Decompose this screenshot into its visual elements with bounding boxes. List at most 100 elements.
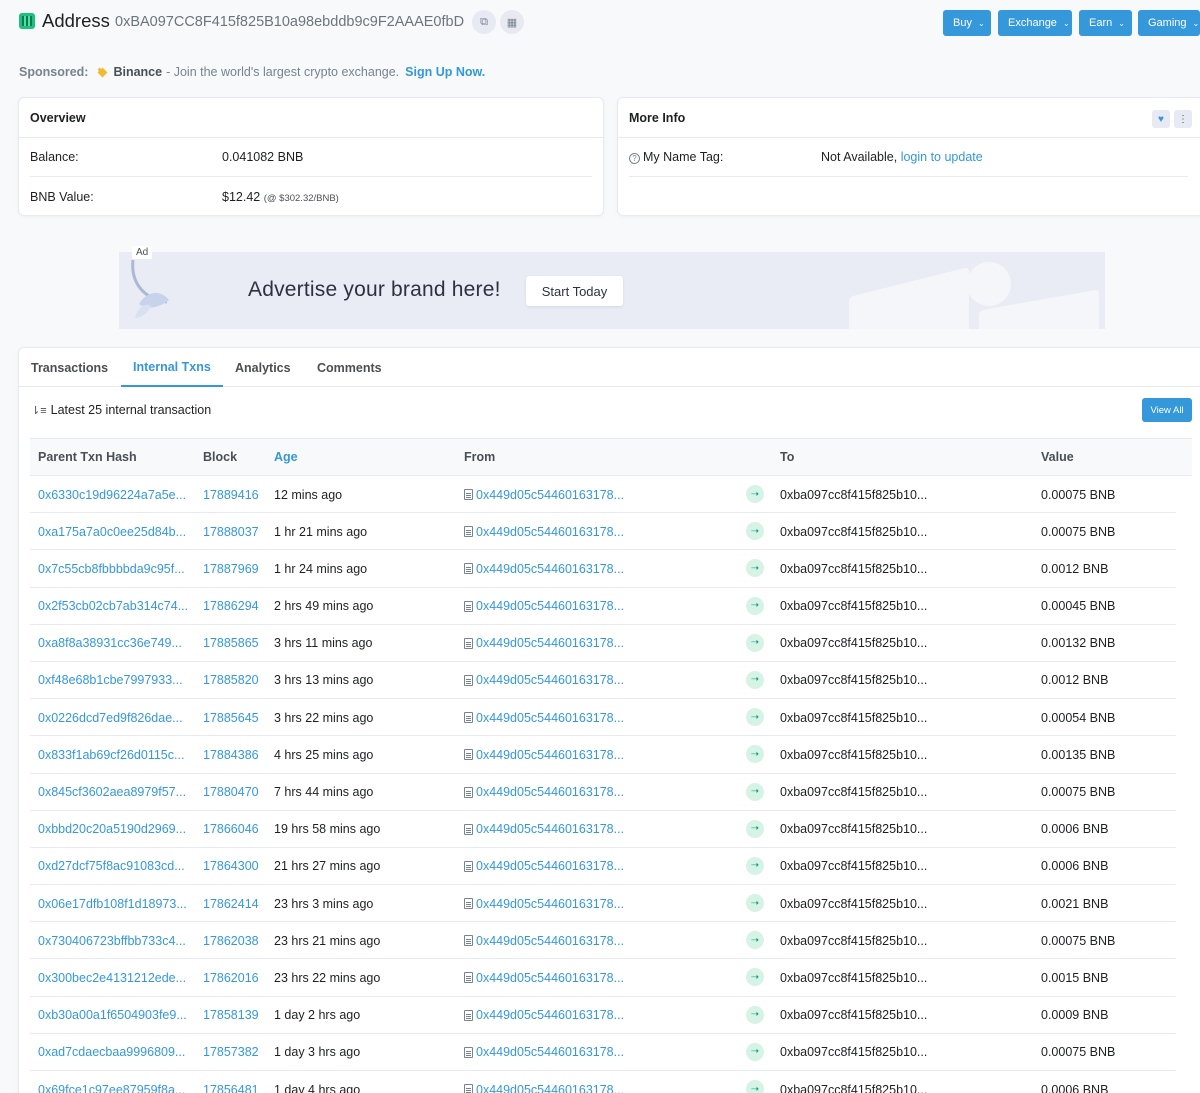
- arrow-right-icon: ➝: [746, 559, 764, 578]
- from-address-link[interactable]: 0x449d05c54460163178...: [464, 922, 629, 959]
- table-row: 0x833f1ab69cf26d0115c... 17884386 4 hrs 25…: [30, 736, 1176, 774]
- qr-code-icon[interactable]: ▦: [500, 10, 524, 34]
- more-options-icon[interactable]: ⋮: [1174, 110, 1192, 128]
- parent-txn-hash-link[interactable]: 0xa8f8a38931cc36e749...: [38, 625, 188, 662]
- from-address-link[interactable]: 0x449d05c54460163178...: [464, 1034, 629, 1071]
- block-link[interactable]: 17885820: [203, 662, 259, 699]
- block-link[interactable]: 17862414: [203, 885, 259, 922]
- name-tag-row: ? My Name Tag: Not Available, login to up…: [629, 138, 1188, 177]
- from-address-link[interactable]: 0x449d05c54460163178...: [464, 736, 629, 773]
- block-link[interactable]: 17862038: [203, 922, 259, 959]
- parent-txn-hash-link[interactable]: 0xf48e68b1cbe7997933...: [38, 662, 188, 699]
- parent-txn-hash-link[interactable]: 0x833f1ab69cf26d0115c...: [38, 736, 188, 773]
- tab-analytics[interactable]: Analytics: [235, 348, 291, 387]
- table-row: 0x7c55cb8fbbbbda9c95f... 17887969 1 hr 24 …: [30, 550, 1176, 588]
- heart-icon[interactable]: ♥: [1152, 110, 1170, 128]
- from-address-link[interactable]: 0x449d05c54460163178...: [464, 1071, 629, 1093]
- to-address-cell: 0xba097cc8f415f825b10...: [780, 636, 928, 651]
- value-cell: 0.00075 BNB: [1041, 933, 1116, 948]
- to-address-cell: 0xba097cc8f415f825b10...: [780, 561, 928, 576]
- block-link[interactable]: 17885645: [203, 699, 259, 736]
- gaming-button[interactable]: Gaming ⌄: [1138, 10, 1200, 36]
- parent-txn-hash-link[interactable]: 0x06e17dfb108f1d18973...: [38, 885, 188, 922]
- exchange-button[interactable]: Exchange ⌄: [998, 10, 1072, 36]
- block-link[interactable]: 17885865: [203, 625, 259, 662]
- from-address-link[interactable]: 0x449d05c54460163178...: [464, 997, 629, 1034]
- block-link[interactable]: 17862016: [203, 959, 259, 996]
- from-address-link[interactable]: 0x449d05c54460163178...: [464, 774, 629, 811]
- block-link[interactable]: 17866046: [203, 811, 259, 848]
- ad-banner[interactable]: Advertise your brand here! Start Today: [119, 252, 1105, 329]
- from-address-link[interactable]: 0x449d05c54460163178...: [464, 662, 629, 699]
- sponsored-bar: Sponsored: Binance - Join the world's la…: [19, 65, 485, 79]
- start-today-button[interactable]: Start Today: [526, 276, 623, 306]
- page-title: Address: [42, 10, 110, 31]
- parent-txn-hash-link[interactable]: 0xad7cdaecbaa9996809...: [38, 1034, 188, 1071]
- parent-txn-hash-link[interactable]: 0xd27dcf75f8ac91083cd...: [38, 848, 188, 885]
- earn-button[interactable]: Earn ⌄: [1079, 10, 1132, 36]
- from-address-link[interactable]: 0x449d05c54460163178...: [464, 625, 629, 662]
- block-link[interactable]: 17857382: [203, 1034, 259, 1071]
- parent-txn-hash-link[interactable]: 0x730406723bffbb733c4...: [38, 922, 188, 959]
- from-address-link[interactable]: 0x449d05c54460163178...: [464, 513, 629, 550]
- block-link[interactable]: 17889416: [203, 476, 259, 513]
- bnb-rate: (@ $302.32/BNB): [263, 192, 339, 204]
- name-tag-label: My Name Tag:: [643, 150, 724, 164]
- binance-logo-icon: [96, 66, 109, 79]
- from-address-link[interactable]: 0x449d05c54460163178...: [464, 588, 629, 625]
- bnb-value-label: BNB Value:: [30, 189, 94, 204]
- block-link[interactable]: 17887969: [203, 550, 259, 587]
- table-row: 0xa175a7a0c0ee25d84b... 17888037 1 hr 21 m…: [30, 513, 1176, 551]
- parent-txn-hash-link[interactable]: 0xb30a00a1f6504903fe9...: [38, 997, 188, 1034]
- from-address-link[interactable]: 0x449d05c54460163178...: [464, 811, 629, 848]
- buy-button[interactable]: Buy ⌄: [943, 10, 991, 36]
- sign-up-link[interactable]: Sign Up Now.: [405, 65, 485, 79]
- leaf-decoration-icon: [131, 259, 169, 318]
- address-qr-logo-icon: [19, 13, 35, 29]
- block-link[interactable]: 17880470: [203, 774, 259, 811]
- block-link[interactable]: 17886294: [203, 588, 259, 625]
- from-address-link[interactable]: 0x449d05c54460163178...: [464, 959, 629, 996]
- from-address-link[interactable]: 0x449d05c54460163178...: [464, 550, 629, 587]
- to-address-cell: 0xba097cc8f415f825b10...: [780, 1045, 928, 1060]
- block-link[interactable]: 17884386: [203, 736, 259, 773]
- chevron-down-icon: ⌄: [1062, 18, 1070, 28]
- parent-txn-hash-link[interactable]: 0x7c55cb8fbbbbda9c95f...: [38, 550, 188, 587]
- view-all-button[interactable]: View All: [1142, 398, 1192, 422]
- block-link[interactable]: 17888037: [203, 513, 259, 550]
- block-link[interactable]: 17858139: [203, 997, 259, 1034]
- contract-file-icon: [464, 1009, 473, 1021]
- parent-txn-hash-link[interactable]: 0x2f53cb02cb7ab314c74...: [38, 588, 188, 625]
- table-caption: ⇂≡ Latest 25 internal transaction: [31, 403, 212, 417]
- to-address-cell: 0xba097cc8f415f825b10...: [780, 970, 928, 985]
- to-address-cell: 0xba097cc8f415f825b10...: [780, 822, 928, 837]
- tab-internal-txns[interactable]: Internal Txns: [121, 348, 223, 387]
- parent-txn-hash-link[interactable]: 0xbbd20c20a5190d2969...: [38, 811, 188, 848]
- parent-txn-hash-link[interactable]: 0xa175a7a0c0ee25d84b...: [38, 513, 188, 550]
- balance-value: 0.041082 BNB: [222, 150, 304, 164]
- from-address-link[interactable]: 0x449d05c54460163178...: [464, 476, 629, 513]
- from-address-link[interactable]: 0x449d05c54460163178...: [464, 699, 629, 736]
- table-row: 0x0226dcd7ed9f826dae... 17885645 3 hrs 22 …: [30, 699, 1176, 737]
- block-link[interactable]: 17856481: [203, 1071, 259, 1093]
- tab-comments[interactable]: Comments: [317, 348, 382, 387]
- parent-txn-hash-link[interactable]: 0x845cf3602aea8979f57...: [38, 774, 188, 811]
- table-row: 0x300bec2e4131212ede... 17862016 23 hrs 22…: [30, 959, 1176, 997]
- col-age[interactable]: Age: [274, 439, 298, 475]
- parent-txn-hash-link[interactable]: 0x69fce1c97ee87959f8a...: [38, 1071, 188, 1093]
- col-block: Block: [203, 450, 238, 464]
- copy-icon[interactable]: ⧉: [472, 10, 496, 34]
- to-address-cell: 0xba097cc8f415f825b10...: [780, 747, 928, 762]
- from-address-link[interactable]: 0x449d05c54460163178...: [464, 885, 629, 922]
- block-link[interactable]: 17864300: [203, 848, 259, 885]
- parent-txn-hash-link[interactable]: 0x300bec2e4131212ede...: [38, 959, 188, 996]
- sponsor-text: - Join the world's largest crypto exchan…: [166, 65, 400, 79]
- tab-transactions[interactable]: Transactions: [31, 348, 108, 387]
- contract-file-icon: [464, 749, 473, 761]
- to-address-cell: 0xba097cc8f415f825b10...: [780, 673, 928, 688]
- col-value: Value: [1041, 450, 1074, 464]
- login-to-update-link[interactable]: login to update: [901, 150, 983, 164]
- parent-txn-hash-link[interactable]: 0x6330c19d96224a7a5e...: [38, 476, 188, 513]
- from-address-link[interactable]: 0x449d05c54460163178...: [464, 848, 629, 885]
- parent-txn-hash-link[interactable]: 0x0226dcd7ed9f826dae...: [38, 699, 188, 736]
